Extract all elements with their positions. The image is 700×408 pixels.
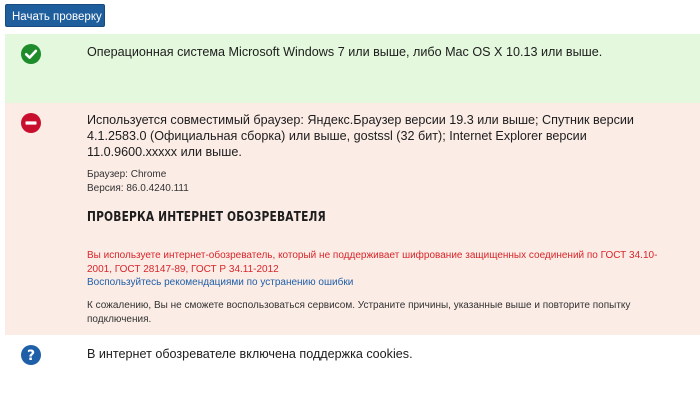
detected-version: Версия: 86.0.4240.111 <box>87 183 189 194</box>
check-row-browser: Используется совместимый браузер: Яндекс… <box>5 103 700 335</box>
service-unavailable-text: К сожалению, Вы не сможете воспользовать… <box>87 300 631 325</box>
check-page: Начать проверку Операционная система Mic… <box>0 0 700 408</box>
browser-requirement-text: Используется совместимый браузер: Яндекс… <box>87 113 634 159</box>
check-circle-icon <box>21 44 41 64</box>
detected-browser: Браузер: Chrome <box>87 169 167 180</box>
browser-check-heading: ПРОВЕРКА ИНТЕРНЕТ ОБОЗРЕВАТЕЛЯ <box>87 210 326 225</box>
start-check-button[interactable]: Начать проверку <box>5 4 105 27</box>
gost-error-message: Вы используете интернет-обозреватель, ко… <box>87 250 658 275</box>
cookies-requirement-text: В интернет обозревателе включена поддерж… <box>87 347 413 361</box>
question-circle-icon: ? <box>21 345 41 365</box>
os-requirement-text: Операционная система Microsoft Windows 7… <box>87 45 603 59</box>
check-row-cookies: ? В интернет обозревателе включена подде… <box>5 335 700 408</box>
minus-circle-icon <box>21 113 41 133</box>
check-row-os: Операционная система Microsoft Windows 7… <box>5 34 700 103</box>
troubleshooting-link[interactable]: Воспользуйтесь рекомендациями по устране… <box>87 276 353 289</box>
svg-text:?: ? <box>27 348 35 364</box>
